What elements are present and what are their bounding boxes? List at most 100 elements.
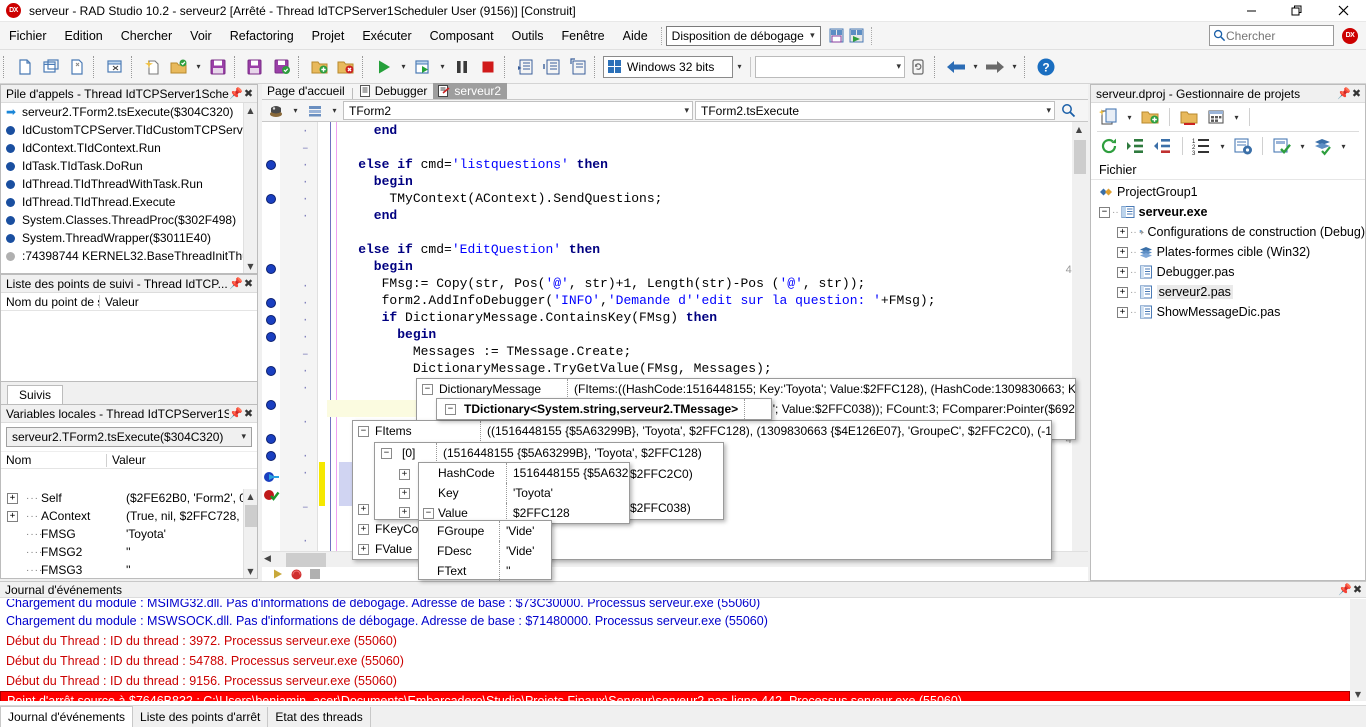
toolbar-grip-9[interactable] (934, 55, 940, 78)
breakpoint-icon[interactable] (266, 315, 276, 325)
close-icon[interactable]: ✖ (1351, 583, 1364, 596)
maximize-button[interactable] (1274, 0, 1320, 22)
tree-item-build-configs[interactable]: + ·· Configurations de construction (Deb… (1091, 222, 1365, 242)
menu-edition[interactable]: Edition (56, 25, 112, 47)
add-new-project-icon[interactable] (1137, 104, 1163, 130)
breakpoint-icon[interactable] (266, 332, 276, 342)
tab-debugger[interactable]: Debugger (354, 83, 434, 99)
tree-item-showmessagedic-pas[interactable]: + ·· ShowMessageDic.pas (1091, 302, 1365, 322)
expand-toggle[interactable]: + (399, 507, 410, 518)
expand-toggle[interactable]: + (399, 488, 410, 499)
pin-icon[interactable]: 📌 (229, 87, 243, 100)
build-dropdown-icon[interactable]: ▾ (1296, 133, 1309, 159)
expand-toggle[interactable]: + (1117, 246, 1128, 258)
menu-composant[interactable]: Composant (421, 25, 503, 47)
open-folder-icon[interactable] (166, 54, 192, 80)
list-item[interactable]: Chargement du module : MSWSOCK.dll. Pas … (0, 611, 1350, 631)
scrollbar-thumb[interactable] (286, 553, 326, 567)
column-header-value[interactable]: Valeur (107, 453, 257, 467)
scrollbar-thumb[interactable] (1074, 140, 1086, 174)
table-row[interactable]: + ··· AContext (True, nil, $2FFC728, ... (1, 507, 243, 525)
column-header-value[interactable]: Valeur (100, 295, 257, 309)
search-input[interactable] (1226, 28, 1326, 43)
open-dropdown-icon[interactable]: ▾ (192, 54, 205, 80)
list-item[interactable]: Début du Thread : ID du thread : 3972. P… (0, 631, 1350, 651)
toolbar-grip-7[interactable] (504, 55, 510, 78)
pin-icon[interactable]: 📌 (1338, 583, 1352, 596)
close-icon[interactable]: ✖ (242, 407, 255, 420)
remove-from-project-icon[interactable] (333, 54, 359, 80)
expand-toggle[interactable]: + (358, 543, 369, 555)
expand-toggle[interactable]: − (381, 447, 392, 459)
list-item[interactable]: IdCustomTCPServer.TIdCustomTCPServe (1, 121, 243, 139)
scroll-up-icon[interactable]: ▲ (244, 489, 258, 503)
refresh-icon[interactable] (1096, 133, 1122, 159)
expand-toggle[interactable]: + (399, 469, 410, 480)
search-editor-icon[interactable] (1057, 101, 1079, 121)
new-project-icon[interactable] (1096, 104, 1122, 130)
scroll-down-icon[interactable]: ▼ (1351, 687, 1365, 701)
target-platforms-icon[interactable] (1310, 133, 1336, 159)
project-manager-column-header[interactable]: Fichier (1091, 160, 1365, 180)
view-options-icon[interactable] (1230, 133, 1256, 159)
debug-inspector-typeheader[interactable]: − TDictionary<System.string,serveur2.TMe… (436, 398, 772, 420)
expand-toggle[interactable]: − (423, 507, 434, 519)
project-tree[interactable]: ProjectGroup1 − ·· serveur.exe + ·· Conf… (1091, 180, 1365, 322)
close-icon[interactable]: ✖ (1350, 87, 1363, 100)
step-over-icon[interactable] (539, 54, 565, 80)
menu-aide[interactable]: Aide (614, 25, 657, 47)
expand-toggle[interactable]: + (358, 503, 369, 515)
expand-toggle[interactable]: + (7, 492, 18, 504)
build-config-icon[interactable] (1203, 104, 1229, 130)
column-header-name[interactable]: Nom du point de s... (1, 295, 99, 309)
run-without-debug-dropdown-icon[interactable]: ▾ (436, 54, 449, 80)
tab-etat-threads[interactable]: Etat des threads (268, 707, 371, 727)
local-variables-list[interactable]: + ··· Self ($2FE62B0, 'Form2', 0... + ··… (1, 489, 243, 578)
trace-into-icon[interactable] (513, 54, 539, 80)
refresh-device-icon[interactable] (905, 54, 931, 80)
table-row[interactable]: ···· FMSG3 '' (1, 561, 243, 578)
tree-item-debugger-pas[interactable]: + ·· Debugger.pas (1091, 262, 1365, 282)
platform-combobox[interactable]: Windows 32 bits (603, 55, 733, 78)
table-row[interactable]: + ··· Self ($2FE62B0, 'Form2', 0... (1, 489, 243, 507)
help-icon[interactable]: ? (1033, 54, 1059, 80)
list-item[interactable]: Début du Thread : ID du thread : 9156. P… (0, 671, 1350, 691)
scrollbar-thumb[interactable] (245, 505, 257, 527)
menu-projet[interactable]: Projet (303, 25, 354, 47)
expand-tree-icon[interactable] (1123, 133, 1149, 159)
expand-toggle[interactable]: − (1099, 206, 1110, 218)
sort-dropdown-icon[interactable]: ▾ (1216, 133, 1229, 159)
list-item[interactable]: IdThread.TIdThread.Execute (1, 193, 243, 211)
expand-toggle[interactable]: + (1117, 266, 1128, 278)
tree-item-serveur-exe[interactable]: − ·· serveur.exe (1091, 202, 1365, 222)
add-to-project-icon[interactable] (307, 54, 333, 80)
menu-fenetre[interactable]: Fenêtre (553, 25, 614, 47)
tab-serveur2[interactable]: serveur2 (433, 83, 508, 99)
expand-toggle[interactable]: + (7, 510, 18, 522)
menu-refactoring[interactable]: Refactoring (221, 25, 303, 47)
pause-icon[interactable] (449, 54, 475, 80)
column-header-name[interactable]: Nom (1, 453, 106, 467)
unit-list-icon[interactable] (304, 101, 326, 121)
back-icon[interactable] (943, 54, 969, 80)
event-log-list[interactable]: Chargement du module : MSIMG32.dll. Pas … (0, 599, 1350, 701)
debug-inspector-record[interactable]: HashCode 1516448155 {$5A63299B} Key 'Toy… (418, 462, 630, 524)
collapse-tree-icon[interactable] (1150, 133, 1176, 159)
toolbar-grip[interactable] (3, 55, 9, 78)
toolbar-grip-2[interactable] (93, 55, 99, 78)
target-platforms-dropdown-icon[interactable]: ▾ (1337, 133, 1350, 159)
new-unit-icon[interactable] (140, 54, 166, 80)
breakpoint-icon[interactable] (266, 264, 276, 274)
search-box[interactable] (1209, 25, 1334, 46)
tree-item-serveur2-pas[interactable]: + ·· serveur2.pas (1091, 282, 1365, 302)
menu-fichier[interactable]: Fichier (0, 25, 56, 47)
apply-desktop-icon[interactable] (847, 26, 867, 46)
expand-toggle[interactable]: − (445, 403, 456, 415)
expand-toggle[interactable]: + (1117, 306, 1128, 318)
call-stack-scrollbar[interactable]: ▲ ▼ (243, 103, 257, 273)
list-item[interactable]: ➡ serveur2.TForm2.tsExecute($304C320) (1, 103, 243, 121)
new-project-dropdown-icon[interactable]: ▾ (1123, 104, 1136, 130)
close-icon[interactable]: ✖ (242, 277, 255, 290)
scope-combobox[interactable]: serveur2.TForm2.tsExecute($304C320) ▾ (6, 427, 252, 447)
run-without-debug-icon[interactable] (410, 54, 436, 80)
